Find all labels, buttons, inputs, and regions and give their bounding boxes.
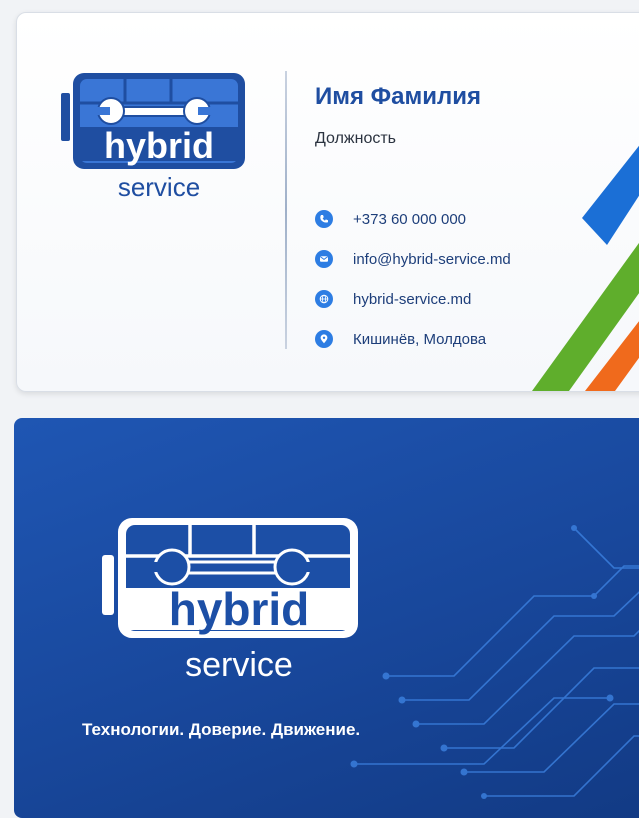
business-card-front: hybrid service Имя Фамилия Должность +37… <box>16 12 639 392</box>
hybrid-service-logo: hybrid service <box>61 73 245 202</box>
contact-address: Кишинёв, Молдова <box>315 319 511 359</box>
contact-website[interactable]: hybrid-service.md <box>315 279 511 319</box>
slogan: Технологии. Доверие. Движение. <box>82 720 361 739</box>
blue-stripe <box>582 145 639 245</box>
logo-word-hybrid: hybrid <box>104 125 214 166</box>
contact-email-text: info@hybrid-service.md <box>353 250 511 268</box>
vertical-divider <box>285 71 287 349</box>
contact-phone[interactable]: +373 60 000 000 <box>315 199 511 239</box>
contact-phone-text: +373 60 000 000 <box>353 210 467 228</box>
logo-word-hybrid: hybrid <box>169 583 310 635</box>
job-title: Должность <box>315 130 396 147</box>
contact-email[interactable]: info@hybrid-service.md <box>315 239 511 279</box>
contact-address-text: Кишинёв, Молдова <box>353 330 487 348</box>
logo-word-service: service <box>118 172 200 202</box>
person-name: Имя Фамилия <box>315 83 482 110</box>
location-pin-icon <box>315 330 333 348</box>
email-icon <box>315 250 333 268</box>
hybrid-service-logo-white: hybrid service <box>102 518 358 684</box>
logo-word-service: service <box>185 646 293 684</box>
contact-list: +373 60 000 000 info@hybrid-service.md h… <box>315 199 511 359</box>
globe-icon <box>315 290 333 308</box>
contact-website-text: hybrid-service.md <box>353 290 472 308</box>
business-card-back: hybrid service Технологии. Доверие. Движ… <box>14 418 639 818</box>
phone-icon <box>315 210 333 228</box>
